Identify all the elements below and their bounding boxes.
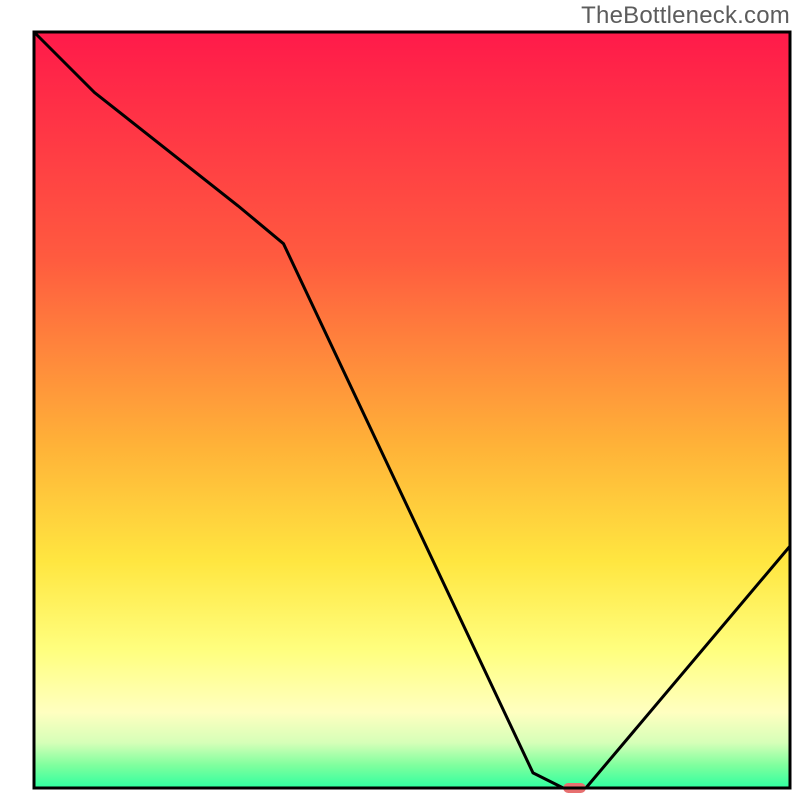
bottleneck-chart: [0, 0, 800, 800]
plot-background: [34, 32, 790, 788]
chart-frame: TheBottleneck.com: [0, 0, 800, 800]
